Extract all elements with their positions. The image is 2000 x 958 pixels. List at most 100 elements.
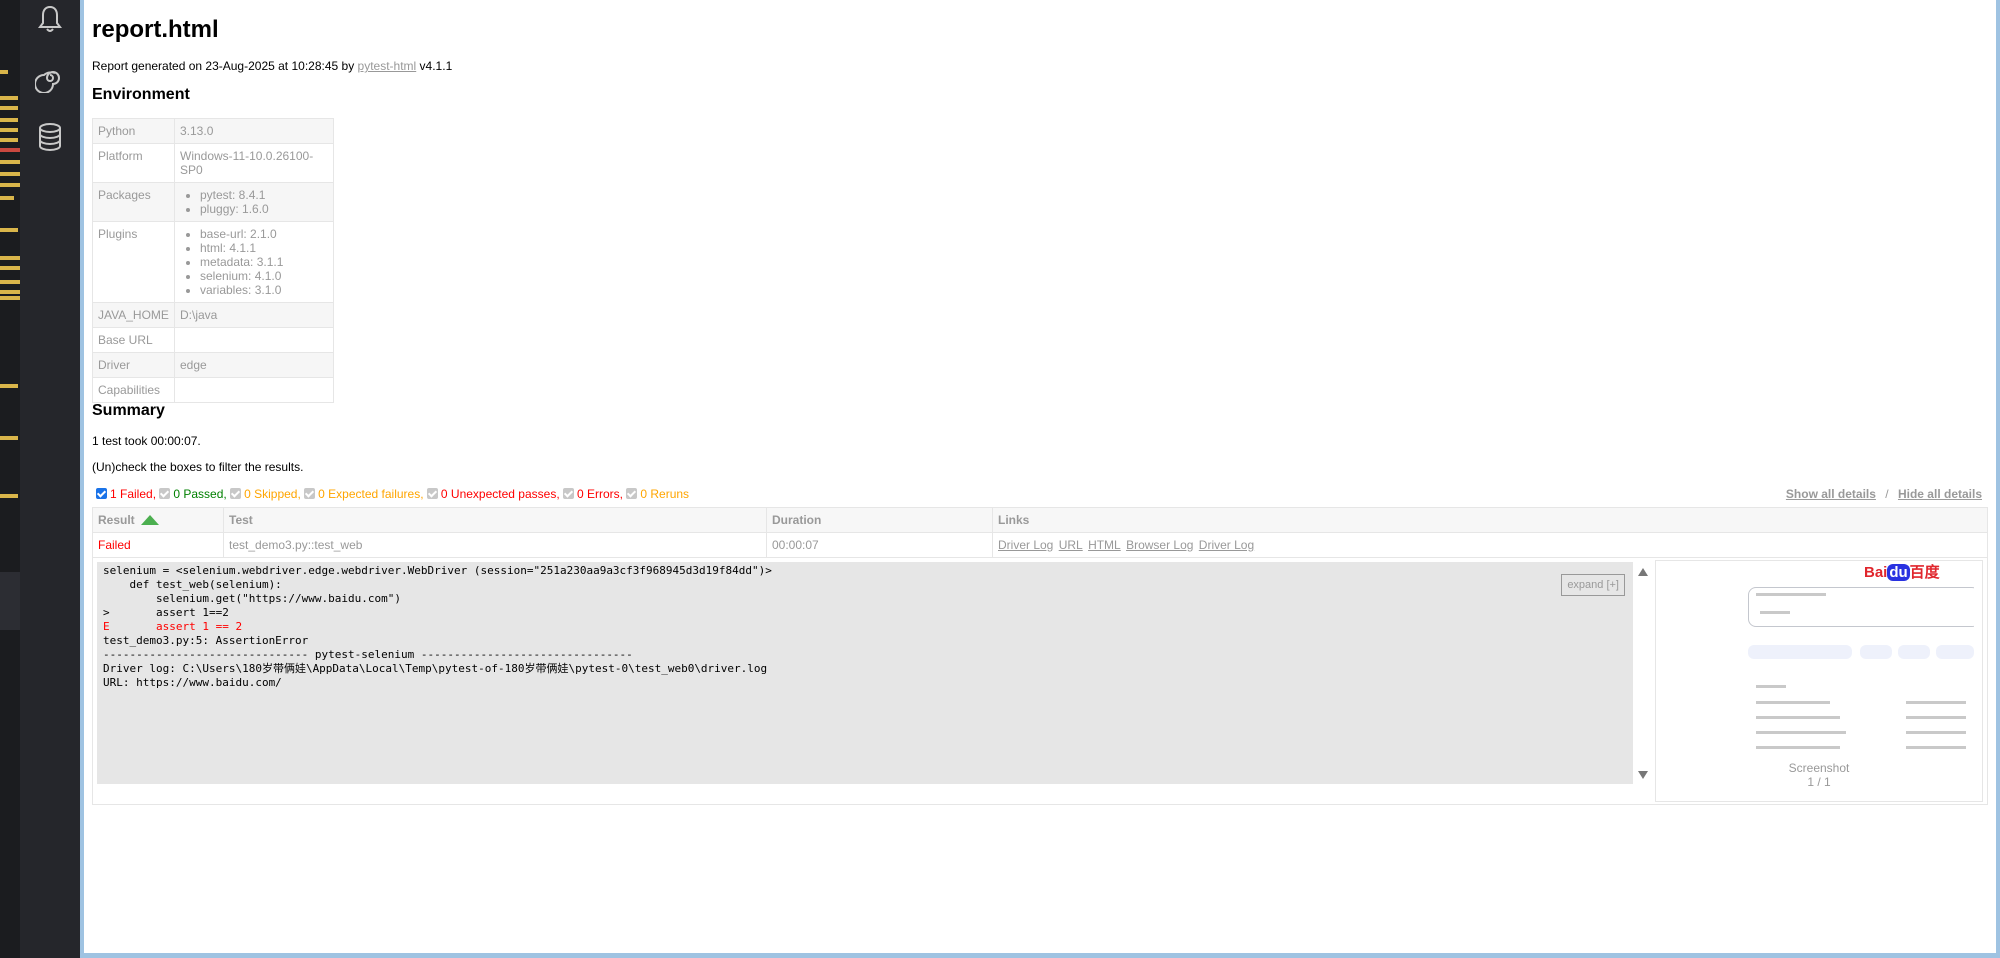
plugin-item: selenium: 4.1.0 [200,269,328,283]
screenshot-counter: 1 / 1 [1807,775,1831,789]
env-row: Packages pytest: 8.4.1 pluggy: 1.6.0 [92,182,334,222]
screenshot-thumbnail[interactable]: Bai du 百度 [1660,561,1974,761]
editor-minimap-strip [0,0,20,958]
result-column-header[interactable]: Result [92,507,224,533]
test-name: test_demo3.py::test_web [223,532,767,558]
filter-xpassed-label: 0 Unexpected passes, [440,487,560,501]
env-key: Platform [92,143,175,183]
hide-all-details-link[interactable]: Hide all details [1898,487,1982,501]
result-header-label: Result [98,513,135,527]
env-key: Python [92,118,175,144]
filter-skipped-label: 0 Skipped, [244,487,301,501]
env-row: JAVA_HOME D:\java [92,302,334,328]
url-link[interactable]: URL [1059,538,1083,552]
show-all-details-link[interactable]: Show all details [1786,487,1876,501]
minimap-mark [0,96,18,100]
scroll-down-arrow-icon[interactable] [1638,771,1648,779]
browser-log-link[interactable]: Browser Log [1126,538,1193,552]
filter-passed-label: 0 Passed, [173,487,227,501]
expand-button[interactable]: expand [+] [1561,574,1625,596]
minimap-mark [0,256,20,260]
filter-reruns-label: 0 Reruns [640,487,690,501]
minimap-mark [0,384,18,388]
filter-xpassed-checkbox[interactable] [426,488,438,499]
details-toggle: Show all details / Hide all details [1786,487,1982,501]
log-line: ------------------------------- pytest-s… [103,648,633,661]
spiral-icon[interactable] [34,63,65,94]
filter-errors-label: 0 Errors, [577,487,624,501]
plugin-item: metadata: 3.1.1 [200,255,328,269]
filter-errors-checkbox[interactable] [563,488,574,499]
minimap-mark [0,290,20,294]
minimap-mark [0,106,18,110]
filter-failed-label: 1 Failed, [110,487,157,501]
activity-bar [20,0,80,958]
env-row: Python 3.13.0 [92,118,334,144]
env-row: Driver edge [92,352,334,378]
log-line: selenium.get("https://www.baidu.com") [103,592,402,605]
screenshot-media: Bai du 百度 Screenshot 1 / 1 [1655,560,1983,802]
minimap-mark [0,228,18,232]
env-row: Capabilities [92,377,334,403]
filter-hint: (Un)check the boxes to filter the result… [92,460,304,474]
minimap-mark [0,128,18,132]
html-link[interactable]: HTML [1088,538,1121,552]
duration-column-header[interactable]: Duration [766,507,993,533]
env-key: Driver [92,352,175,378]
minimap-mark [0,70,8,74]
test-duration: 00:00:07 [766,532,993,558]
filter-reruns-checkbox[interactable] [626,488,638,499]
screenshot-caption: Screenshot 1 / 1 [1656,761,1982,789]
env-value: pytest: 8.4.1 pluggy: 1.6.0 [174,182,334,222]
pytest-html-link[interactable]: pytest-html [358,59,417,73]
log-line: Driver log: C:\Users\180岁带俩娃\AppData\Loc… [103,662,768,675]
env-value: D:\java [174,302,334,328]
environment-title: Environment [92,86,190,103]
page-title: report.html [92,16,219,43]
log-line: selenium = <selenium.webdriver.edge.webd… [103,564,772,577]
minimap-viewport[interactable] [0,572,20,630]
database-icon[interactable] [35,122,65,152]
test-column-header[interactable]: Test [223,507,767,533]
minimap-mark [0,196,14,200]
log-line: URL: https://www.baidu.com/ [103,676,282,689]
env-row: Base URL [92,327,334,353]
package-item: pytest: 8.4.1 [200,188,328,202]
minimap-mark [0,160,20,164]
env-key: Capabilities [92,377,175,403]
details-separator: / [1885,487,1889,501]
screenshot-label: Screenshot [1788,761,1850,775]
sort-asc-icon [140,515,159,525]
env-key: Plugins [92,221,175,303]
generated-suffix: v4.1.1 [416,59,453,73]
minimap-mark [0,118,18,122]
env-key: Packages [92,182,175,222]
window-border-bottom [80,953,2000,958]
minimap-mark [0,172,20,176]
bell-icon[interactable] [35,4,65,34]
plugin-item: base-url: 2.1.0 [200,227,328,241]
filter-skipped-checkbox[interactable] [230,488,242,499]
test-links: Driver Log URL HTML Browser Log Driver L… [992,532,1988,558]
minimap-mark [0,148,20,152]
filter-xfailed-checkbox[interactable] [304,488,316,499]
driver-log-link[interactable]: Driver Log [1199,538,1254,552]
minimap-mark [0,266,20,270]
result-row[interactable]: Failed test_demo3.py::test_web 00:00:07 … [92,532,1988,558]
window-border-right [1996,0,2000,958]
results-table: Result Test Duration Links Failed test_d… [92,507,1988,805]
generated-prefix: Report generated on 23-Aug-2025 at 10:28… [92,59,358,73]
driver-log-link[interactable]: Driver Log [998,538,1053,552]
extra-cell: selenium = <selenium.webdriver.edge.webd… [92,557,1988,805]
scroll-up-arrow-icon[interactable] [1638,568,1648,576]
results-header-row: Result Test Duration Links [92,507,1988,533]
env-row: Plugins base-url: 2.1.0 html: 4.1.1 meta… [92,221,334,303]
extra-row: selenium = <selenium.webdriver.edge.webd… [92,557,1988,805]
plugin-item: variables: 3.1.0 [200,283,328,297]
filter-passed-checkbox[interactable] [159,488,171,499]
package-item: pluggy: 1.6.0 [200,202,328,216]
filter-xfailed-label: 0 Expected failures, [318,487,424,501]
filter-failed-checkbox[interactable] [96,488,107,499]
result-filters: 1 Failed, 0 Passed, 0 Skipped, 0 Expecte… [96,487,689,501]
env-value: 3.13.0 [174,118,334,144]
